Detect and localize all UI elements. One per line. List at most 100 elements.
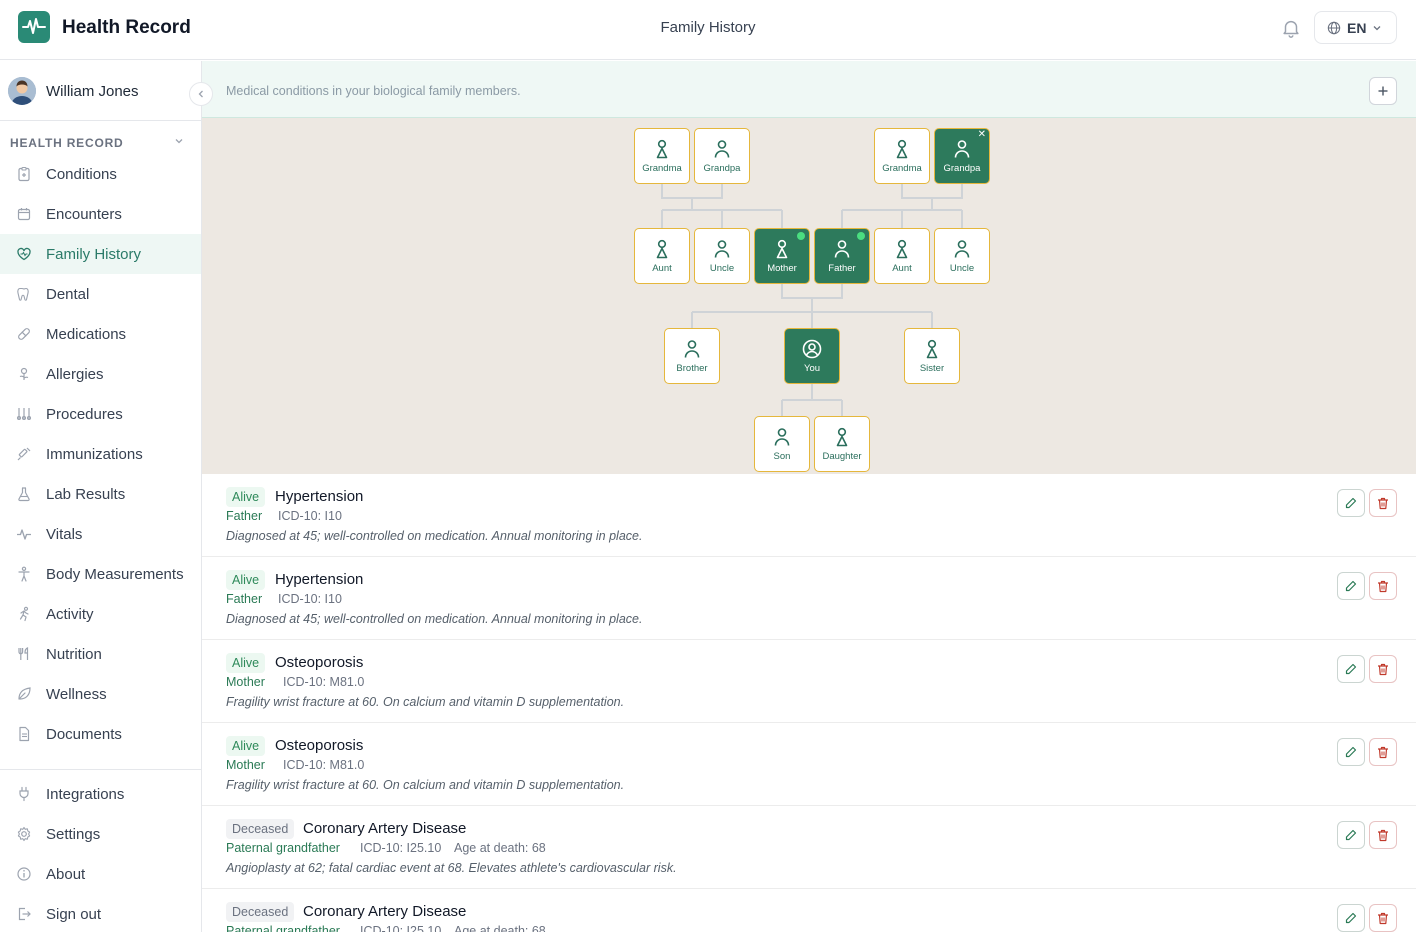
tree-node-maternal-grandma[interactable]: Grandma (634, 128, 690, 184)
tree-node-father[interactable]: Father (814, 228, 870, 284)
male-person-icon (714, 240, 730, 258)
tree-node-brother[interactable]: Brother (664, 328, 720, 384)
delete-button[interactable] (1369, 572, 1397, 600)
pencil-icon (1345, 829, 1357, 841)
tree-node-mother[interactable]: Mother (754, 228, 810, 284)
male-person-icon (954, 240, 970, 258)
delete-button[interactable] (1369, 738, 1397, 766)
document-icon (19, 726, 30, 742)
chevron-down-icon[interactable] (174, 136, 184, 146)
app-title: Health Record (62, 17, 191, 38)
heartbeat-logo-icon[interactable] (18, 11, 50, 43)
plus-icon (1378, 86, 1388, 96)
condition-note: Diagnosed at 45; well-controlled on medi… (226, 529, 643, 543)
user-name: William Jones (46, 83, 139, 100)
tree-node-paternal-aunt[interactable]: Aunt (874, 228, 930, 284)
user-profile[interactable]: William Jones (0, 61, 201, 121)
relation-link[interactable]: Mother (226, 675, 265, 689)
tree-node-paternal-grandma[interactable]: Grandma (874, 128, 930, 184)
tree-node-paternal-grandpa[interactable]: ✕ Grandpa (934, 128, 990, 184)
tree-node-you[interactable]: You (784, 328, 840, 384)
sidebar-item-about[interactable]: About (0, 854, 201, 894)
edit-button[interactable] (1337, 821, 1365, 849)
sidebar-item-medications[interactable]: Medications (0, 314, 201, 354)
sidebar-item-procedures[interactable]: Procedures (0, 394, 201, 434)
chevron-down-icon (1373, 25, 1381, 30)
tree-node-daughter[interactable]: Daughter (814, 416, 870, 472)
female-person-icon (836, 427, 848, 447)
sidebar-item-activity[interactable]: Activity (0, 594, 201, 634)
relation-link[interactable]: Father (226, 592, 262, 606)
tooth-icon (17, 287, 29, 301)
bell-icon[interactable] (1280, 17, 1302, 39)
info-icon (17, 867, 31, 881)
sidebar-item-sign-out[interactable]: Sign out (0, 894, 201, 932)
alive-status-dot (797, 232, 805, 240)
sidebar-item-integrations[interactable]: Integrations (0, 774, 201, 814)
delete-button[interactable] (1369, 821, 1397, 849)
language-value: EN (1347, 19, 1367, 36)
pencil-icon (1345, 746, 1357, 758)
running-icon (19, 606, 29, 622)
male-person-icon (954, 140, 970, 158)
tree-node-paternal-uncle[interactable]: Uncle (934, 228, 990, 284)
condition-name: Hypertension (275, 488, 364, 505)
condition-name: Hypertension (275, 571, 364, 588)
sidebar-item-encounters[interactable]: Encounters (0, 194, 201, 234)
age-at-death: Age at death: 68 (454, 924, 546, 932)
relation-link[interactable]: Mother (226, 758, 265, 772)
relation-link[interactable]: Father (226, 509, 262, 523)
female-person-icon (896, 139, 908, 159)
add-condition-button[interactable] (1369, 77, 1397, 105)
sidebar-item-conditions[interactable]: Conditions (0, 154, 201, 194)
condition-name: Coronary Artery Disease (303, 820, 467, 837)
pencil-icon (1345, 663, 1357, 675)
edit-button[interactable] (1337, 655, 1365, 683)
sidebar-item-body-measurements[interactable]: Body Measurements (0, 554, 201, 594)
trash-icon (1378, 829, 1388, 841)
edit-button[interactable] (1337, 489, 1365, 517)
tree-node-son[interactable]: Son (754, 416, 810, 472)
collapse-sidebar-button[interactable] (189, 82, 213, 106)
language-selector[interactable]: EN (1314, 11, 1397, 44)
tree-node-sister[interactable]: Sister (904, 328, 960, 384)
icd-code: ICD-10: I10 (278, 509, 342, 523)
sidebar-item-nutrition[interactable]: Nutrition (0, 634, 201, 674)
edit-button[interactable] (1337, 572, 1365, 600)
relation-link[interactable]: Paternal grandfather (226, 924, 340, 932)
pulse-icon (17, 529, 31, 540)
sidebar-divider (0, 769, 201, 770)
relation-link[interactable]: Paternal grandfather (226, 841, 340, 855)
sidebar-item-documents[interactable]: Documents (0, 714, 201, 754)
sidebar-item-wellness[interactable]: Wellness (0, 674, 201, 714)
sidebar: William Jones HEALTH RECORD Conditions E… (0, 61, 213, 932)
trash-icon (1378, 746, 1388, 758)
tree-node-maternal-uncle[interactable]: Uncle (694, 228, 750, 284)
sidebar-item-lab-results[interactable]: Lab Results (0, 474, 201, 514)
delete-button[interactable] (1369, 655, 1397, 683)
gear-icon (17, 826, 31, 842)
male-person-icon (834, 240, 850, 258)
sidebar-item-family-history[interactable]: Family History (0, 234, 201, 274)
female-person-icon (656, 239, 668, 259)
user-circle-icon (802, 339, 822, 359)
edit-button[interactable] (1337, 738, 1365, 766)
sidebar-item-settings[interactable]: Settings (0, 814, 201, 854)
trash-icon (1378, 580, 1388, 592)
sidebar-item-immunizations[interactable]: Immunizations (0, 434, 201, 474)
sidebar-item-dental[interactable]: Dental (0, 274, 201, 314)
chevron-left-icon (198, 90, 203, 98)
banner-text: Medical conditions in your biological fa… (226, 84, 521, 98)
edit-button[interactable] (1337, 904, 1365, 932)
tree-node-maternal-aunt[interactable]: Aunt (634, 228, 690, 284)
pencil-icon (1345, 497, 1357, 509)
delete-button[interactable] (1369, 489, 1397, 517)
delete-button[interactable] (1369, 904, 1397, 932)
trash-icon (1378, 912, 1388, 924)
male-person-icon (684, 340, 700, 358)
sidebar-item-allergies[interactable]: Allergies (0, 354, 201, 394)
tree-node-maternal-grandpa[interactable]: Grandpa (694, 128, 750, 184)
sidebar-item-vitals[interactable]: Vitals (0, 514, 201, 554)
condition-row: Alive Osteoporosis Mother ICD-10: M81.0 … (202, 640, 1416, 723)
status-badge: Alive (226, 487, 266, 507)
